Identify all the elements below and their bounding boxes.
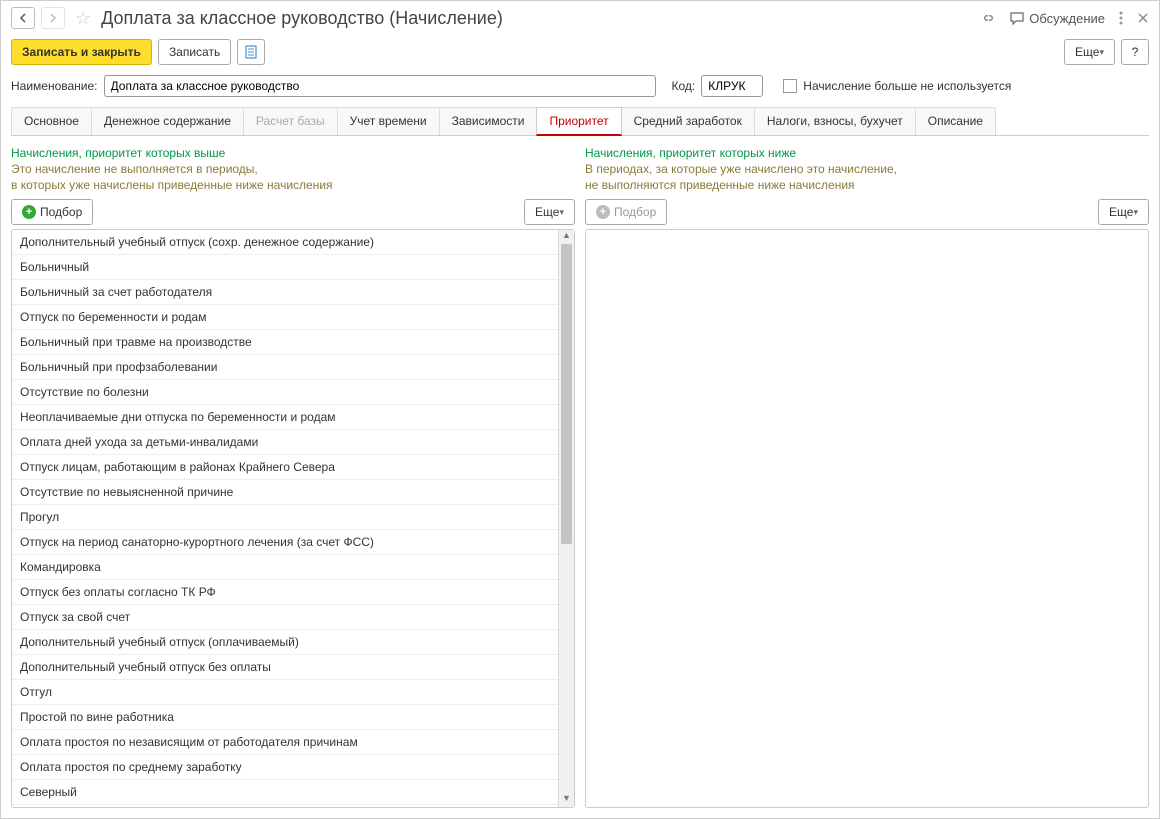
save-button[interactable]: Записать bbox=[158, 39, 231, 65]
tab-8[interactable]: Описание bbox=[915, 107, 996, 135]
list-item[interactable]: Командировка bbox=[12, 555, 558, 580]
name-input[interactable] bbox=[104, 75, 656, 97]
list-item[interactable]: Дополнительный отпуск за ненормированный… bbox=[12, 805, 558, 807]
tab-7[interactable]: Налоги, взносы, бухучет bbox=[754, 107, 916, 135]
not-used-checkbox[interactable] bbox=[783, 79, 797, 93]
list-item[interactable]: Отпуск по беременности и родам bbox=[12, 305, 558, 330]
list-item[interactable]: Отпуск без оплаты согласно ТК РФ bbox=[12, 580, 558, 605]
list-item[interactable]: Прогул bbox=[12, 505, 558, 530]
right-pick-label: Подбор bbox=[614, 205, 656, 219]
list-item[interactable]: Больничный при профзаболевании bbox=[12, 355, 558, 380]
list-item[interactable]: Больничный при травме на производстве bbox=[12, 330, 558, 355]
scroll-thumb[interactable] bbox=[561, 244, 572, 544]
right-pick-button[interactable]: + Подбор bbox=[585, 199, 667, 225]
right-panel-subtitle: В периодах, за которые уже начислено это… bbox=[585, 162, 1149, 193]
left-panel-title: Начисления, приоритет которых выше bbox=[11, 146, 575, 160]
scroll-down-icon[interactable]: ▼ bbox=[559, 793, 574, 807]
tab-2: Расчет базы bbox=[243, 107, 338, 135]
discuss-button[interactable]: Обсуждение bbox=[1009, 10, 1105, 26]
list-item[interactable]: Дополнительный учебный отпуск без оплаты bbox=[12, 655, 558, 680]
list-item[interactable]: Северный bbox=[12, 780, 558, 805]
list-item[interactable]: Дополнительный учебный отпуск (сохр. ден… bbox=[12, 230, 558, 255]
list-item[interactable]: Отгул bbox=[12, 680, 558, 705]
list-item[interactable]: Больничный bbox=[12, 255, 558, 280]
more-button[interactable]: Еще bbox=[1064, 39, 1115, 65]
favorite-star-icon[interactable]: ☆ bbox=[75, 8, 91, 29]
left-scrollbar[interactable]: ▲ ▼ bbox=[558, 230, 574, 807]
tab-5[interactable]: Приоритет bbox=[536, 107, 621, 136]
tab-0[interactable]: Основное bbox=[11, 107, 92, 135]
code-label: Код: bbox=[672, 79, 696, 93]
right-list-empty bbox=[586, 230, 1148, 807]
list-item[interactable]: Больничный за счет работодателя bbox=[12, 280, 558, 305]
list-item[interactable]: Оплата простоя по среднему заработку bbox=[12, 755, 558, 780]
left-more-button[interactable]: Еще bbox=[524, 199, 575, 225]
right-panel-title: Начисления, приоритет которых ниже bbox=[585, 146, 1149, 160]
save-close-button[interactable]: Записать и закрыть bbox=[11, 39, 152, 65]
list-item[interactable]: Отсутствие по болезни bbox=[12, 380, 558, 405]
tab-1[interactable]: Денежное содержание bbox=[91, 107, 244, 135]
list-item[interactable]: Простой по вине работника bbox=[12, 705, 558, 730]
left-pick-button[interactable]: + Подбор bbox=[11, 199, 93, 225]
code-input[interactable] bbox=[701, 75, 763, 97]
tab-4[interactable]: Зависимости bbox=[439, 107, 538, 135]
discuss-label: Обсуждение bbox=[1029, 11, 1105, 26]
plus-icon: + bbox=[596, 205, 610, 219]
window-title: Доплата за классное руководство (Начисле… bbox=[101, 8, 973, 29]
left-pick-label: Подбор bbox=[40, 205, 82, 219]
name-label: Наименование: bbox=[11, 79, 98, 93]
list-item[interactable]: Отпуск лицам, работающим в районах Крайн… bbox=[12, 455, 558, 480]
list-item[interactable]: Неоплачиваемые дни отпуска по беременнос… bbox=[12, 405, 558, 430]
report-button[interactable] bbox=[237, 39, 265, 65]
list-item[interactable]: Оплата простоя по независящим от работод… bbox=[12, 730, 558, 755]
close-button[interactable] bbox=[1137, 12, 1149, 24]
plus-icon: + bbox=[22, 205, 36, 219]
list-item[interactable]: Оплата дней ухода за детьми-инвалидами bbox=[12, 430, 558, 455]
link-icon[interactable] bbox=[979, 10, 995, 26]
list-item[interactable]: Отпуск на период санаторно-курортного ле… bbox=[12, 530, 558, 555]
nav-forward-button[interactable] bbox=[41, 7, 65, 29]
right-more-button[interactable]: Еще bbox=[1098, 199, 1149, 225]
tab-3[interactable]: Учет времени bbox=[337, 107, 440, 135]
tab-6[interactable]: Средний заработок bbox=[621, 107, 755, 135]
list-item[interactable]: Отсутствие по невыясненной причине bbox=[12, 480, 558, 505]
left-panel-subtitle: Это начисление не выполняется в периоды,… bbox=[11, 162, 575, 193]
help-button[interactable]: ? bbox=[1121, 39, 1149, 65]
nav-back-button[interactable] bbox=[11, 7, 35, 29]
list-item[interactable]: Отпуск за свой счет bbox=[12, 605, 558, 630]
scroll-up-icon[interactable]: ▲ bbox=[559, 230, 574, 244]
kebab-menu-icon[interactable] bbox=[1119, 11, 1123, 25]
not-used-label: Начисление больше не используется bbox=[803, 79, 1011, 93]
list-item[interactable]: Дополнительный учебный отпуск (оплачивае… bbox=[12, 630, 558, 655]
